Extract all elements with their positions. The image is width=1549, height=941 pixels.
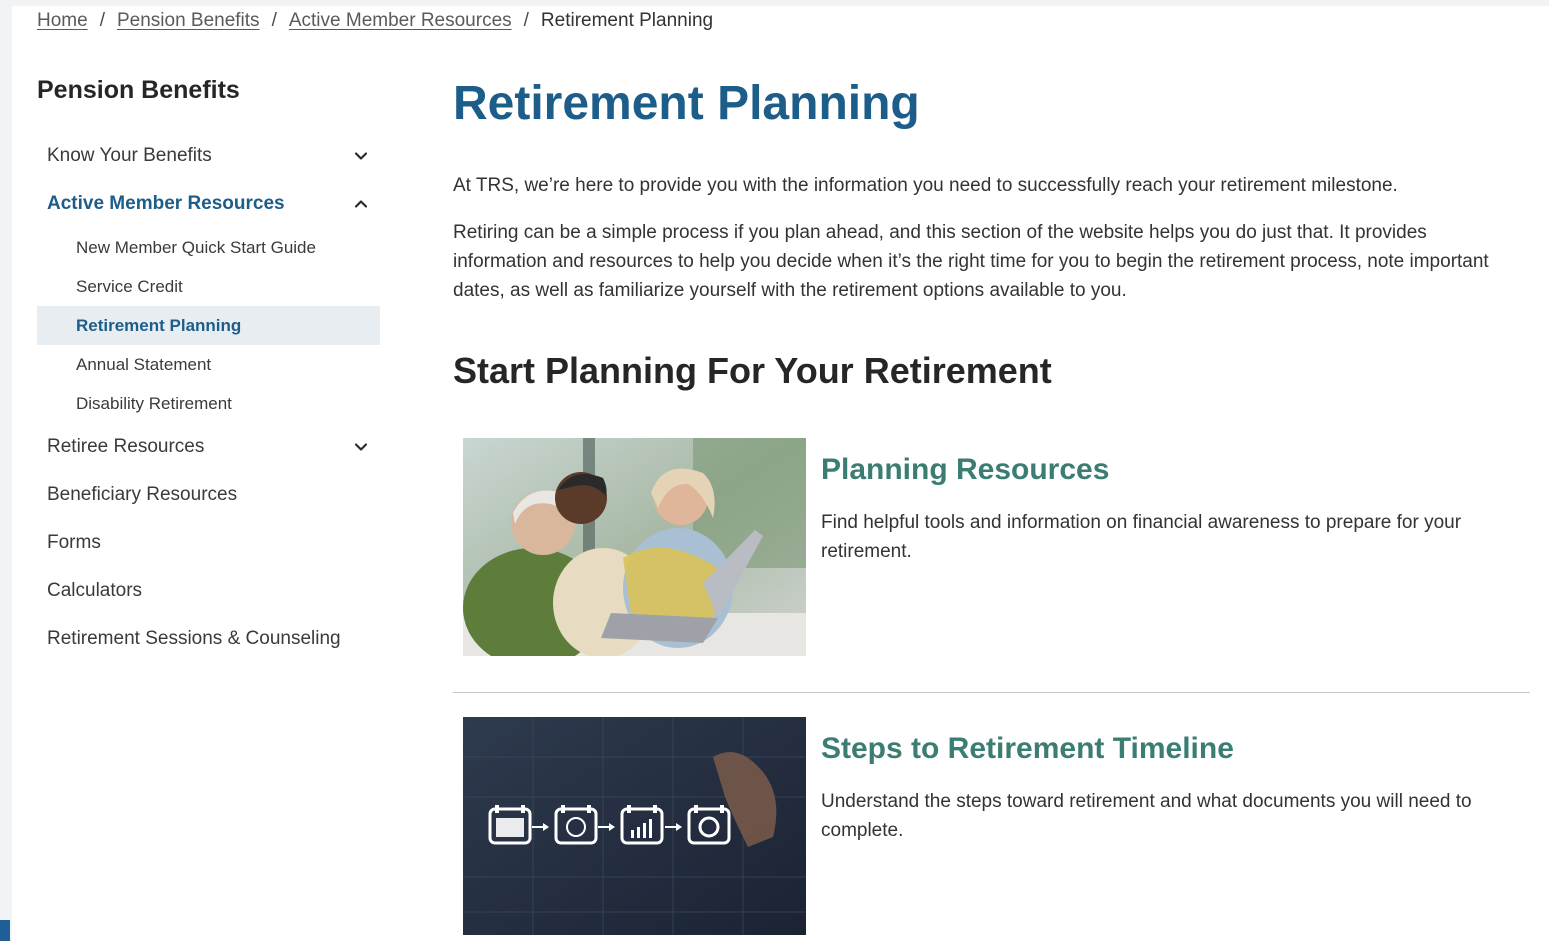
divider — [453, 692, 1530, 693]
sidebar-item-know-your-benefits[interactable]: Know Your Benefits — [37, 132, 380, 180]
chevron-down-icon[interactable] — [354, 440, 368, 454]
breadcrumb-home-link[interactable]: Home — [37, 10, 88, 31]
card-description: Find helpful tools and information on fi… — [821, 512, 1462, 562]
sidebar-item-retiree-resources[interactable]: Retiree Resources — [37, 423, 380, 471]
sidebar-item-retirement-sessions-counseling[interactable]: Retirement Sessions & Counseling — [37, 615, 380, 663]
sidebar-item-label: Active Member Resources — [47, 193, 285, 214]
sidebar-item-label: Beneficiary Resources — [47, 484, 238, 505]
left-accent-bar — [0, 920, 10, 941]
sidebar-item-label: Retirement Sessions & Counseling — [47, 628, 341, 649]
breadcrumb-pension-benefits-link[interactable]: Pension Benefits — [117, 10, 260, 31]
intro-paragraph-2: Retiring can be a simple process if you … — [453, 222, 1489, 301]
sidebar-title: Pension Benefits — [37, 76, 240, 104]
main-content: Retirement Planning At TRS, we’re here t… — [453, 72, 1533, 935]
sidebar-item-active-member-resources[interactable]: Active Member Resources — [37, 180, 380, 228]
card-body: Steps to Retirement Timeline Understand … — [821, 729, 1501, 845]
card-planning-resources: Planning Resources Find helpful tools an… — [463, 438, 1529, 656]
card-body: Planning Resources Find helpful tools an… — [821, 450, 1501, 566]
sidebar-item-label: Retiree Resources — [47, 436, 205, 457]
card-steps-to-retirement-timeline: Steps to Retirement Timeline Understand … — [463, 717, 1529, 935]
sidebar-subnav: New Member Quick Start Guide Service Cre… — [37, 228, 380, 423]
sidebar-item-forms[interactable]: Forms — [37, 519, 380, 567]
breadcrumb-separator: / — [271, 10, 277, 31]
breadcrumb: Home / Pension Benefits / Active Member Reso… — [37, 10, 713, 32]
chevron-down-icon[interactable] — [354, 149, 368, 163]
timeline-icons-photo[interactable] — [463, 717, 806, 935]
section-title: Start Planning For Your Retirement — [453, 350, 1052, 391]
card-description: Understand the steps toward retirement a… — [821, 791, 1472, 841]
sidebar-subitem-new-member-quick-start-guide[interactable]: New Member Quick Start Guide — [37, 228, 380, 267]
sidebar-nav: Pension Benefits Know Your Benefits Acti… — [37, 76, 380, 663]
breadcrumb-separator: / — [523, 10, 529, 31]
page: Home / Pension Benefits / Active Member Reso… — [12, 6, 1549, 941]
seniors-with-laptop-photo[interactable] — [463, 438, 806, 656]
sidebar-item-label: Calculators — [47, 580, 143, 601]
breadcrumb-separator: / — [99, 10, 105, 31]
breadcrumb-current: Retirement Planning — [540, 10, 714, 31]
breadcrumb-active-member-resources-link[interactable]: Active Member Resources — [289, 10, 512, 31]
sidebar-item-label: Know Your Benefits — [47, 145, 212, 166]
sidebar-item-label: Forms — [47, 532, 101, 553]
sidebar-item-beneficiary-resources[interactable]: Beneficiary Resources — [37, 471, 380, 519]
card-title-planning-resources[interactable]: Planning Resources — [821, 450, 1501, 490]
page-title: Retirement Planning — [453, 77, 920, 130]
card-title-steps-to-retirement-timeline[interactable]: Steps to Retirement Timeline — [821, 729, 1501, 769]
sidebar-subitem-retirement-planning[interactable]: Retirement Planning — [37, 306, 380, 345]
sidebar-subitem-disability-retirement[interactable]: Disability Retirement — [37, 384, 380, 423]
sidebar-subitem-service-credit[interactable]: Service Credit — [37, 267, 380, 306]
intro-paragraph: At TRS, we’re here to provide you with t… — [453, 175, 1398, 196]
chevron-up-icon[interactable] — [354, 197, 368, 211]
sidebar-subitem-annual-statement[interactable]: Annual Statement — [37, 345, 380, 384]
sidebar-item-calculators[interactable]: Calculators — [37, 567, 380, 615]
